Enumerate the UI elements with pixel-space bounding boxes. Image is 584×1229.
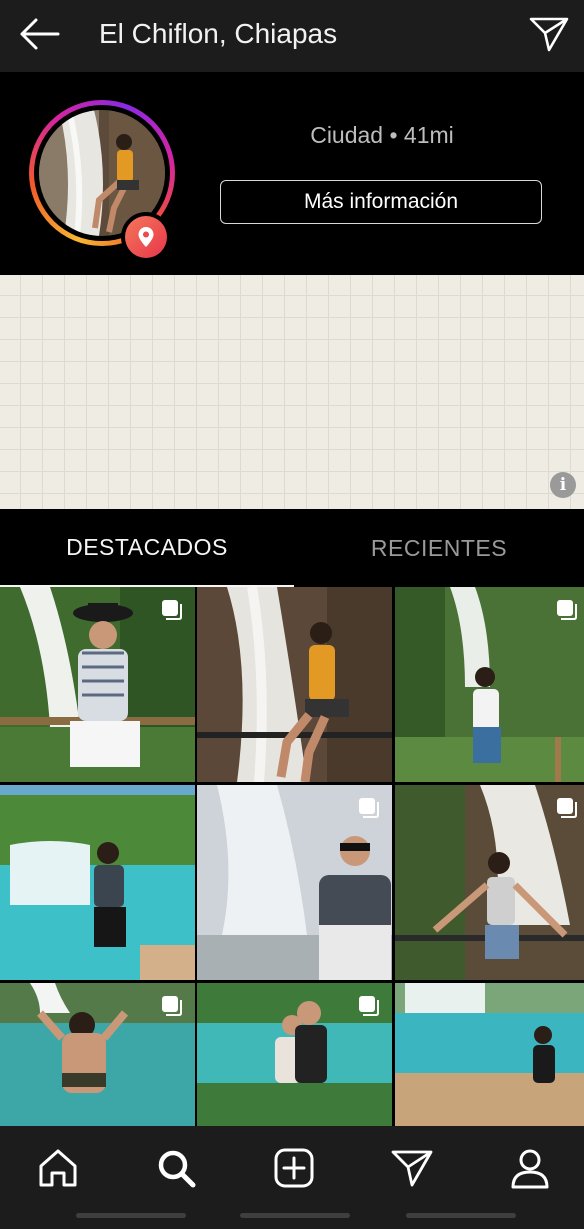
nav-add-button[interactable] [262, 1140, 326, 1196]
system-gesture-bar [240, 1213, 350, 1218]
post-thumbnail[interactable] [395, 983, 584, 1126]
post-thumbnail[interactable] [0, 785, 195, 980]
multi-photo-icon [162, 996, 182, 1016]
post-thumbnail[interactable] [197, 785, 392, 980]
top-bar: El Chiflon, Chiapas [0, 0, 584, 72]
direct-send-icon [391, 1150, 433, 1187]
post-grid [0, 587, 584, 1126]
nav-direct-button[interactable] [380, 1140, 444, 1196]
map-info-button[interactable]: i [550, 472, 576, 498]
arrow-left-icon [20, 18, 60, 50]
location-header: Ciudad • 41mi Más información [0, 72, 584, 275]
multi-photo-icon [162, 600, 182, 620]
page-title: El Chiflon, Chiapas [99, 18, 338, 49]
more-info-button[interactable]: Más información [220, 180, 542, 224]
add-post-icon [274, 1148, 314, 1188]
map-view[interactable]: i [0, 275, 584, 509]
post-thumbnail[interactable] [0, 587, 195, 782]
post-thumbnail[interactable] [395, 785, 584, 980]
post-thumbnail[interactable] [197, 587, 392, 782]
home-icon [39, 1149, 77, 1187]
search-icon [158, 1150, 196, 1188]
bottom-navigation [0, 1126, 584, 1229]
tab-recent[interactable]: RECIENTES [294, 509, 584, 587]
multi-photo-icon [557, 798, 577, 818]
paper-plane-icon [529, 17, 569, 52]
share-button[interactable] [524, 10, 574, 58]
tab-featured[interactable]: DESTACADOS [0, 509, 294, 587]
nav-profile-button[interactable] [498, 1140, 562, 1196]
location-meta: Ciudad • 41mi [310, 122, 454, 148]
profile-icon [511, 1149, 549, 1189]
post-thumbnail[interactable] [0, 983, 195, 1126]
back-button[interactable] [14, 12, 64, 56]
multi-photo-icon [557, 600, 577, 620]
nav-home-button[interactable] [26, 1140, 90, 1196]
post-thumbnail[interactable] [197, 983, 392, 1126]
multi-photo-icon [359, 996, 379, 1016]
post-thumbnail[interactable] [395, 587, 584, 782]
tab-bar: DESTACADOS RECIENTES [0, 509, 584, 587]
nav-search-button[interactable] [144, 1140, 208, 1196]
location-pin-icon [138, 227, 154, 247]
system-gesture-bar [76, 1213, 186, 1218]
system-gesture-bar [406, 1213, 516, 1218]
location-badge [121, 212, 171, 262]
multi-photo-icon [359, 798, 379, 818]
